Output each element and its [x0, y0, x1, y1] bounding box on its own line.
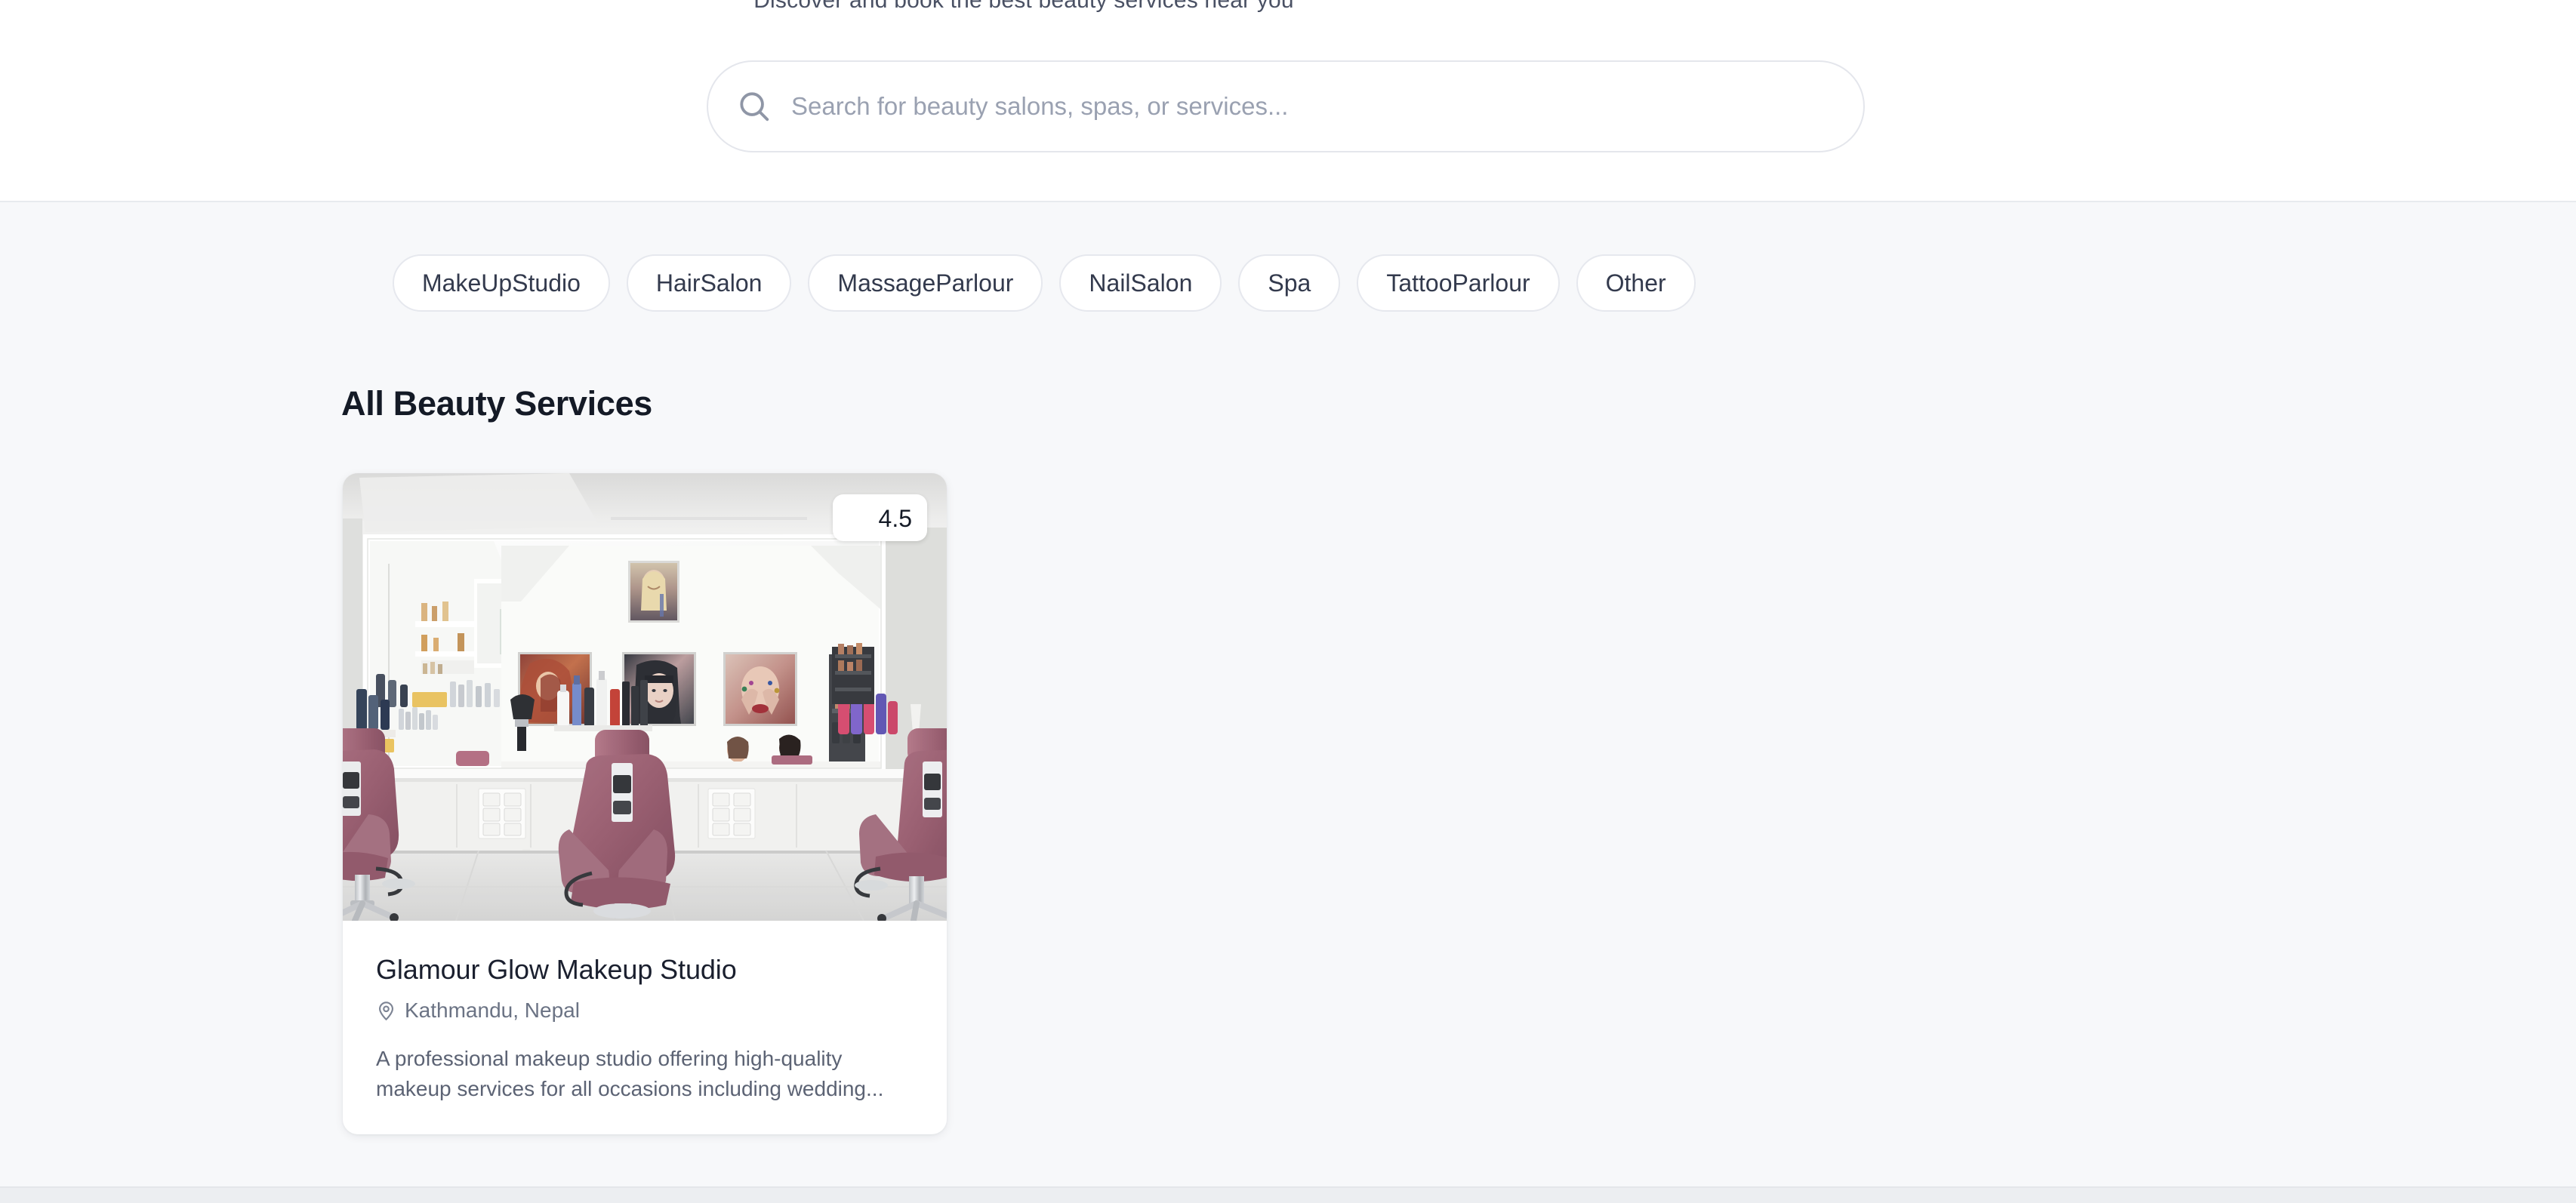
chip-label: HairSalon [655, 269, 763, 297]
filter-chip-nailsalon[interactable]: NailSalon [1059, 254, 1222, 312]
card-title: Glamour Glow Makeup Studio [376, 954, 737, 985]
chip-label: NailSalon [1089, 269, 1193, 297]
filter-chip-tattooparlour[interactable]: TattooParlour [1357, 254, 1560, 312]
rating-badge: 4.5 [832, 494, 927, 541]
filter-chip-spa[interactable]: Spa [1238, 254, 1341, 312]
star-icon [845, 505, 870, 531]
category-filter-row: MakeUpStudio HairSalon MassageParlour Na… [393, 254, 1696, 312]
page-root: Discover and book the best beauty servic… [0, 0, 2576, 1203]
map-pin-icon [376, 1001, 396, 1021]
service-card-grid: 4.5 Glamour Glow Makeup Studio Kathmandu… [343, 473, 947, 1134]
card-location-text: Kathmandu, Nepal [405, 998, 580, 1023]
search-icon [737, 89, 772, 124]
service-card[interactable]: 4.5 Glamour Glow Makeup Studio Kathmandu… [343, 473, 947, 1134]
chip-label: TattooParlour [1386, 269, 1530, 297]
search-input[interactable] [791, 62, 1848, 151]
card-body: Glamour Glow Makeup Studio Kathmandu, Ne… [343, 921, 947, 1134]
chip-label: Other [1605, 269, 1666, 297]
section-title: All Beauty Services [341, 384, 653, 423]
rating-value: 4.5 [878, 505, 912, 532]
chip-label: MassageParlour [837, 269, 1014, 297]
header-tagline-clipped: Discover and book the best beauty servic… [753, 0, 1294, 13]
card-location: Kathmandu, Nepal [376, 998, 914, 1023]
chip-label: Spa [1268, 269, 1311, 297]
filter-chip-makeupstudio[interactable]: MakeUpStudio [393, 254, 610, 312]
card-description: A professional makeup studio offering hi… [376, 1047, 884, 1101]
search-bar-container [707, 60, 1865, 152]
search-box[interactable] [707, 60, 1865, 152]
filter-chip-massageparlour[interactable]: MassageParlour [808, 254, 1043, 312]
filter-chip-other[interactable]: Other [1576, 254, 1696, 312]
bottom-strip [0, 1188, 2576, 1203]
card-image: 4.5 [343, 473, 947, 921]
filter-chip-hairsalon[interactable]: HairSalon [626, 254, 792, 312]
chip-label: MakeUpStudio [422, 269, 581, 297]
page-header: Discover and book the best beauty servic… [0, 0, 2576, 202]
